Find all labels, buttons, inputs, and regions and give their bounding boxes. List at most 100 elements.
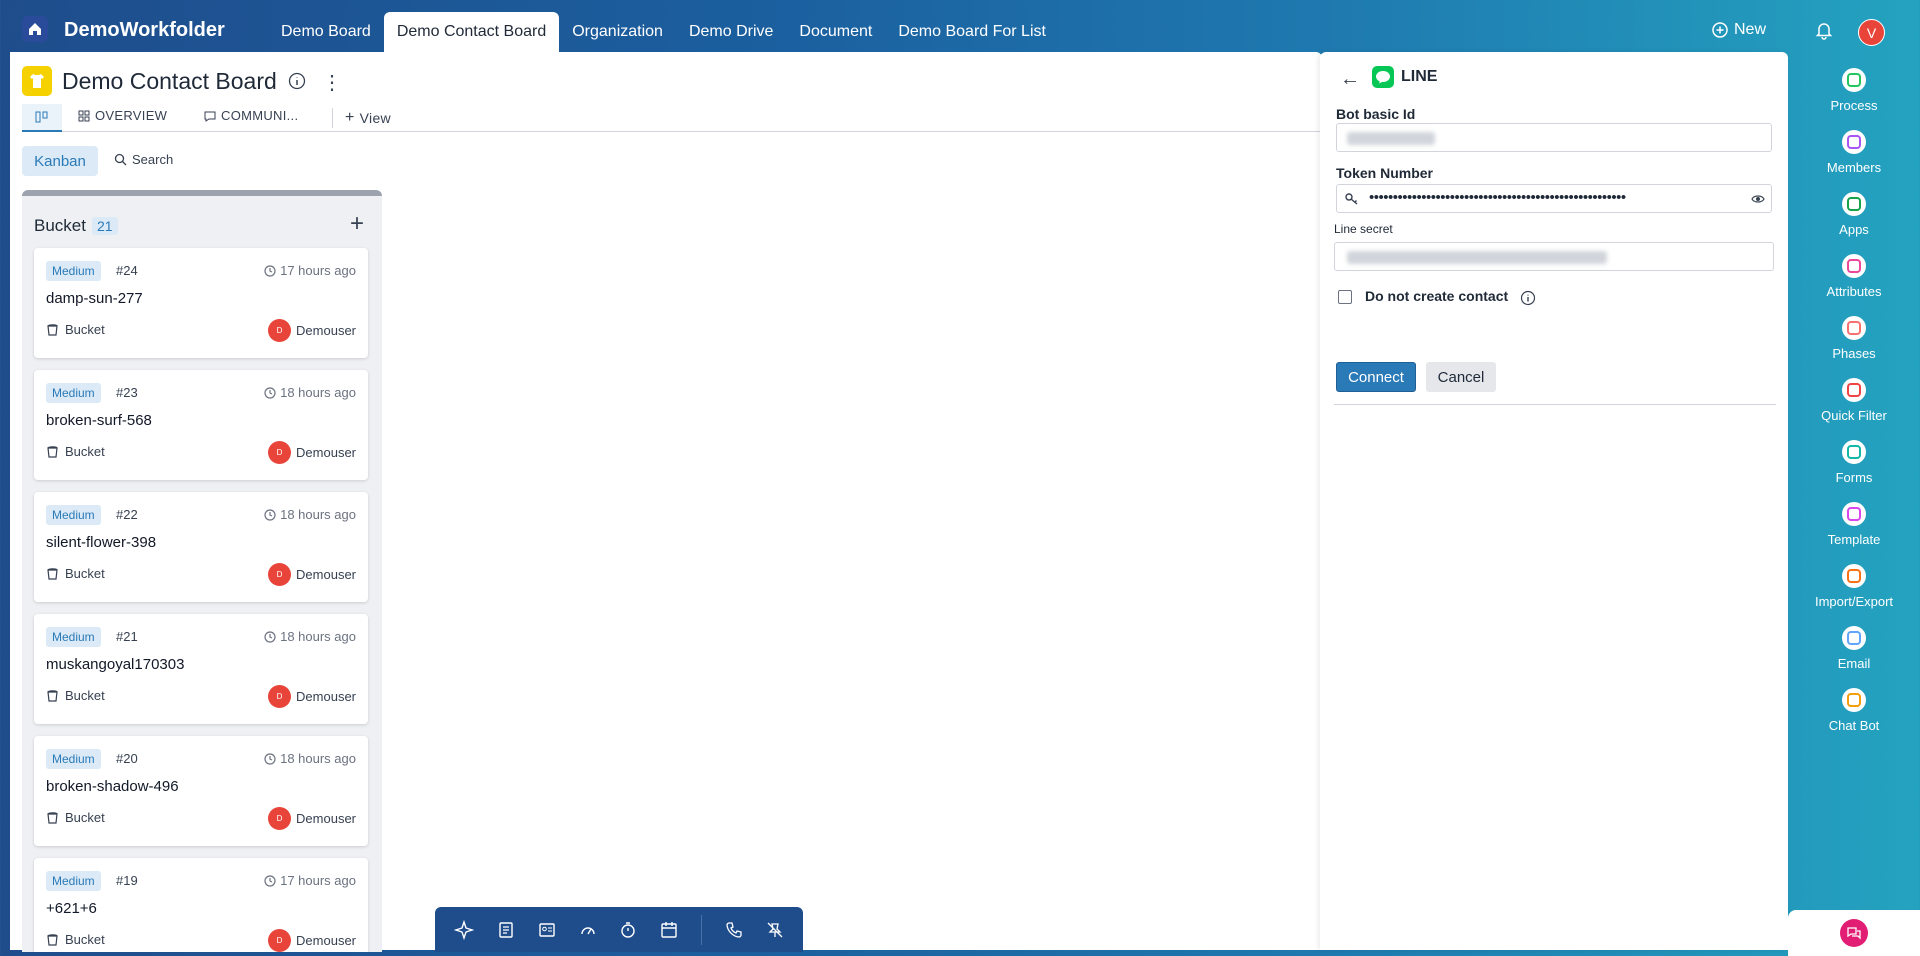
view-tabs: OVERVIEW COMMUNI... + View xyxy=(22,104,1322,132)
assignee-avatar: D xyxy=(268,319,292,342)
tab-communication[interactable]: COMMUNI... xyxy=(204,108,298,123)
import-export-icon xyxy=(1842,564,1866,588)
tab-demo-board[interactable]: Demo Board xyxy=(268,12,384,52)
card-time-label: 18 hours ago xyxy=(280,629,356,644)
card-bucket-label: Bucket xyxy=(65,566,105,581)
card-number: #21 xyxy=(116,629,138,644)
user-avatar[interactable]: V xyxy=(1858,19,1885,46)
home-icon[interactable] xyxy=(22,16,48,42)
add-card-icon[interactable]: + xyxy=(350,210,364,238)
toolbar-divider xyxy=(700,914,702,945)
do-not-create-contact-checkbox[interactable] xyxy=(1338,290,1352,304)
sidebar-item-quick-filter[interactable]: Quick Filter xyxy=(1788,378,1920,423)
kanban-card[interactable]: Medium #23 18 hours ago broken-surf-568 Buck… xyxy=(34,370,368,480)
bot-basic-id-field[interactable] xyxy=(1336,123,1772,152)
chat-fab-button[interactable] xyxy=(1788,910,1920,956)
card-bucket: Bucket xyxy=(46,444,105,459)
cancel-button[interactable]: Cancel xyxy=(1426,362,1496,392)
card-bucket-label: Bucket xyxy=(65,444,105,459)
sidebar-item-members[interactable]: Members xyxy=(1788,130,1920,175)
new-button-label: New xyxy=(1734,21,1767,38)
card-time-label: 18 hours ago xyxy=(280,385,356,400)
sidebar-item-forms[interactable]: Forms xyxy=(1788,440,1920,485)
card-time-label: 17 hours ago xyxy=(280,873,356,888)
assignee-name: Demouser xyxy=(296,567,356,582)
sparkle-icon[interactable] xyxy=(454,919,475,940)
add-view-button[interactable]: + View xyxy=(332,108,391,128)
tab-organization[interactable]: Organization xyxy=(559,12,676,52)
clock-icon xyxy=(264,386,276,399)
eye-icon[interactable] xyxy=(1751,193,1765,205)
card-bucket: Bucket xyxy=(46,810,105,825)
notes-icon[interactable] xyxy=(497,921,515,939)
sidebar-item-chat-bot[interactable]: Chat Bot xyxy=(1788,688,1920,733)
contact-card-icon[interactable] xyxy=(538,921,556,939)
card-number: #22 xyxy=(116,507,138,522)
info-icon[interactable] xyxy=(1520,290,1536,311)
card-assignee[interactable]: D Demouser xyxy=(268,685,356,708)
back-arrow-icon[interactable]: ← xyxy=(1340,68,1360,91)
tab-demo-drive[interactable]: Demo Drive xyxy=(676,12,786,52)
sidebar-item-label: Quick Filter xyxy=(1821,408,1887,423)
sidebar-item-email[interactable]: Email xyxy=(1788,626,1920,671)
sidebar-item-apps[interactable]: Apps xyxy=(1788,192,1920,237)
sidebar-item-label: Email xyxy=(1837,656,1871,671)
sidebar-item-process[interactable]: Process xyxy=(1788,68,1920,113)
phone-icon[interactable] xyxy=(725,921,743,939)
kanban-button[interactable]: Kanban xyxy=(22,146,98,176)
clock-icon xyxy=(264,874,276,887)
sidebar-item-template[interactable]: Template xyxy=(1788,502,1920,547)
kanban-card[interactable]: Medium #20 18 hours ago broken-shadow-496 Bu… xyxy=(34,736,368,846)
calendar-icon[interactable] xyxy=(660,921,678,939)
page-title: Demo Contact Board xyxy=(62,68,277,94)
card-assignee[interactable]: D Demouser xyxy=(268,563,356,586)
token-number-field[interactable]: ••••••••••••••••••••••••••••••••••••••••… xyxy=(1336,184,1772,213)
new-button[interactable]: New xyxy=(1712,21,1766,39)
connect-button[interactable]: Connect xyxy=(1336,362,1416,392)
top-navigation-bar: DemoWorkfolder Demo Board Demo Contact B… xyxy=(0,0,1920,52)
card-title[interactable]: broken-surf-568 xyxy=(46,412,152,429)
kanban-view-tab[interactable] xyxy=(22,104,62,132)
assignee-name: Demouser xyxy=(296,811,356,826)
speed-gauge-icon[interactable] xyxy=(579,921,597,939)
search-icon xyxy=(114,153,127,166)
card-time: 17 hours ago xyxy=(264,263,356,278)
card-title[interactable]: broken-shadow-496 xyxy=(46,778,179,795)
search-button[interactable]: Search xyxy=(114,152,173,167)
card-assignee[interactable]: D Demouser xyxy=(268,929,356,952)
card-title[interactable]: silent-flower-398 xyxy=(46,534,156,551)
line-secret-field[interactable] xyxy=(1334,242,1774,271)
card-title[interactable]: muskangoyal170303 xyxy=(46,656,184,673)
card-title[interactable]: +621+6 xyxy=(46,900,97,917)
assignee-name: Demouser xyxy=(296,933,356,948)
timer-icon[interactable] xyxy=(619,921,637,939)
more-options-icon[interactable]: ⋮ xyxy=(322,70,342,95)
card-assignee[interactable]: D Demouser xyxy=(268,319,356,342)
kanban-card[interactable]: Medium #21 18 hours ago muskangoyal170303 Bu… xyxy=(34,614,368,724)
sidebar-item-attributes[interactable]: Attributes xyxy=(1788,254,1920,299)
card-number: #19 xyxy=(116,873,138,888)
template-icon xyxy=(1842,502,1866,526)
tab-demo-board-for-list[interactable]: Demo Board For List xyxy=(885,12,1059,52)
tab-overview[interactable]: OVERVIEW xyxy=(78,108,167,123)
sidebar-item-phases[interactable]: Phases xyxy=(1788,316,1920,361)
bell-icon[interactable] xyxy=(1814,20,1834,45)
tab-document[interactable]: Document xyxy=(786,12,885,52)
bot-basic-id-label: Bot basic Id xyxy=(1336,106,1416,122)
info-icon[interactable] xyxy=(288,72,306,95)
card-title[interactable]: damp-sun-277 xyxy=(46,290,143,307)
unpin-icon[interactable] xyxy=(766,921,784,939)
card-assignee[interactable]: D Demouser xyxy=(268,441,356,464)
assignee-avatar: D xyxy=(268,563,292,586)
plus-circle-icon xyxy=(1712,22,1728,38)
sidebar-item-import-export[interactable]: Import/Export xyxy=(1788,564,1920,609)
kanban-card[interactable]: Medium #19 17 hours ago +621+6 Bucket D Demous… xyxy=(34,858,368,952)
tab-demo-contact-board[interactable]: Demo Contact Board xyxy=(383,12,560,52)
kanban-card[interactable]: Medium #22 18 hours ago silent-flower-398 Bu… xyxy=(34,492,368,602)
kanban-card[interactable]: Medium #24 17 hours ago damp-sun-277 Bucket D… xyxy=(34,248,368,358)
bucket-icon xyxy=(47,324,58,336)
search-label: Search xyxy=(132,152,174,167)
line-secret-label: Line secret xyxy=(1334,222,1393,236)
card-assignee[interactable]: D Demouser xyxy=(268,807,356,830)
phases-icon xyxy=(1842,316,1866,340)
